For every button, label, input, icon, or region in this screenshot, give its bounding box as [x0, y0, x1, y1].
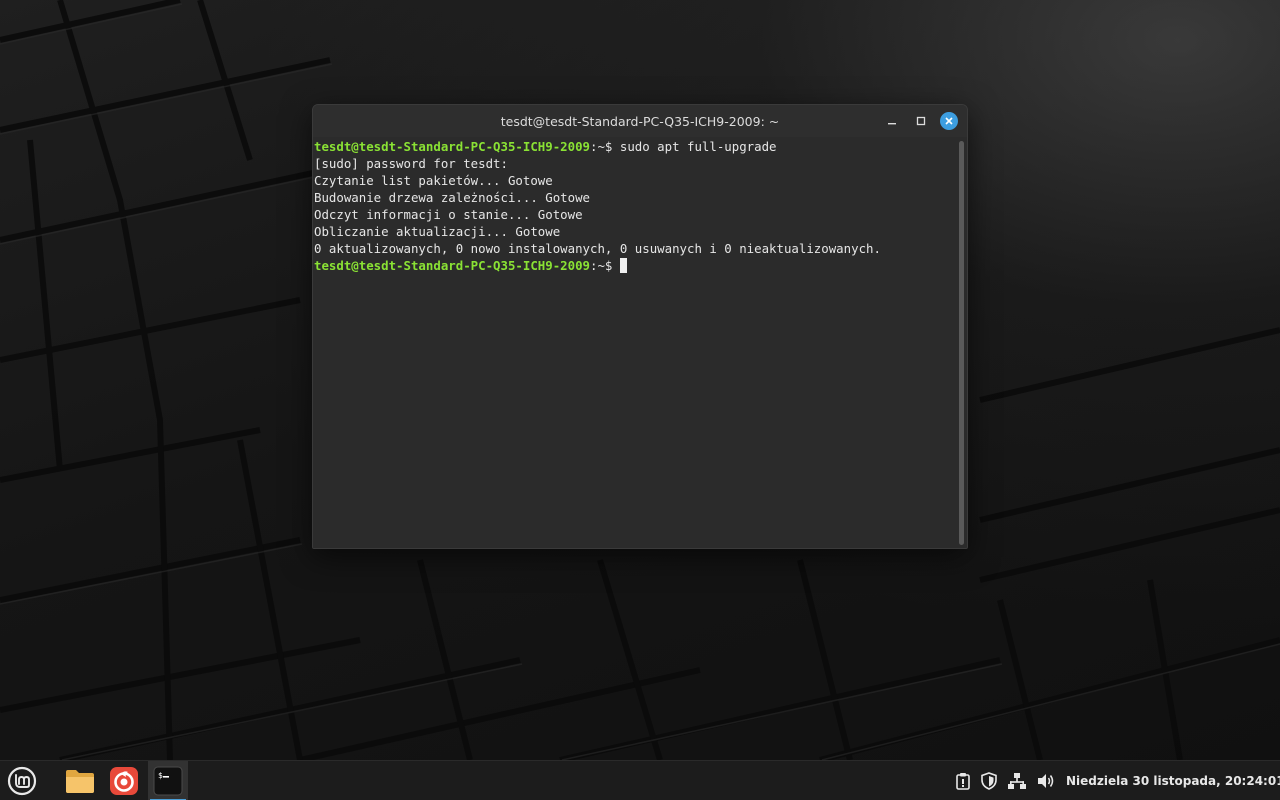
- output-line: [sudo] password for tesdt:: [314, 156, 508, 171]
- terminal-output[interactable]: tesdt@tesdt-Standard-PC-Q35-ICH9-2009:~$…: [313, 137, 956, 548]
- window-title: tesdt@tesdt-Standard-PC-Q35-ICH9-2009: ~: [500, 113, 780, 129]
- prompt-path: :~$: [590, 139, 620, 154]
- terminal-icon: $: [153, 766, 183, 796]
- network-icon[interactable]: [1007, 771, 1027, 791]
- maximize-icon: [916, 116, 926, 126]
- clipboard-icon[interactable]: [953, 771, 973, 791]
- volume-icon[interactable]: [1036, 771, 1056, 791]
- output-line: 0 aktualizowanych, 0 nowo instalowanych,…: [314, 241, 881, 256]
- output-line: Budowanie drzewa zależności... Gotowe: [314, 190, 591, 205]
- firefox-launcher[interactable]: [104, 761, 144, 800]
- prompt-user: tesdt@tesdt-Standard-PC-Q35-ICH9-2009: [314, 258, 591, 273]
- linux-mint-logo-icon: [7, 766, 37, 796]
- svg-text:$: $: [158, 771, 163, 780]
- firefox-icon: [110, 767, 138, 795]
- files-launcher[interactable]: [60, 761, 100, 800]
- close-button[interactable]: [940, 112, 958, 130]
- minimize-icon: [888, 123, 896, 125]
- close-icon: [945, 117, 953, 125]
- current-prompt-line[interactable]: tesdt@tesdt-Standard-PC-Q35-ICH9-2009:~$: [314, 257, 956, 274]
- terminal-window[interactable]: tesdt@tesdt-Standard-PC-Q35-ICH9-2009: ~…: [312, 104, 968, 549]
- output-line: Odczyt informacji o stanie... Gotowe: [314, 207, 583, 222]
- taskbar: $ Niedziela 30 listopada, 20:24:01: [0, 760, 1280, 800]
- minimize-button[interactable]: [883, 112, 901, 130]
- output-line: Czytanie list pakietów... Gotowe: [314, 173, 553, 188]
- prompt-user: tesdt@tesdt-Standard-PC-Q35-ICH9-2009: [314, 139, 591, 154]
- scrollbar[interactable]: [959, 141, 964, 545]
- maximize-button[interactable]: [912, 112, 930, 130]
- shield-icon[interactable]: [979, 771, 999, 791]
- prompt-path: :~$: [590, 258, 620, 273]
- command-line: tesdt@tesdt-Standard-PC-Q35-ICH9-2009:~$…: [314, 138, 956, 155]
- clock[interactable]: Niedziela 30 listopada, 20:24:01: [1066, 761, 1280, 800]
- menu-button[interactable]: [4, 761, 40, 800]
- window-titlebar[interactable]: tesdt@tesdt-Standard-PC-Q35-ICH9-2009: ~: [313, 105, 967, 137]
- text-cursor: [619, 258, 627, 273]
- output-line: Obliczanie aktualizacji... Gotowe: [314, 224, 561, 239]
- terminal-launcher[interactable]: $: [148, 761, 188, 800]
- desktop: tesdt@tesdt-Standard-PC-Q35-ICH9-2009: ~…: [0, 0, 1280, 800]
- command-text: sudo apt full-upgrade: [619, 139, 777, 154]
- folder-icon: [66, 770, 94, 793]
